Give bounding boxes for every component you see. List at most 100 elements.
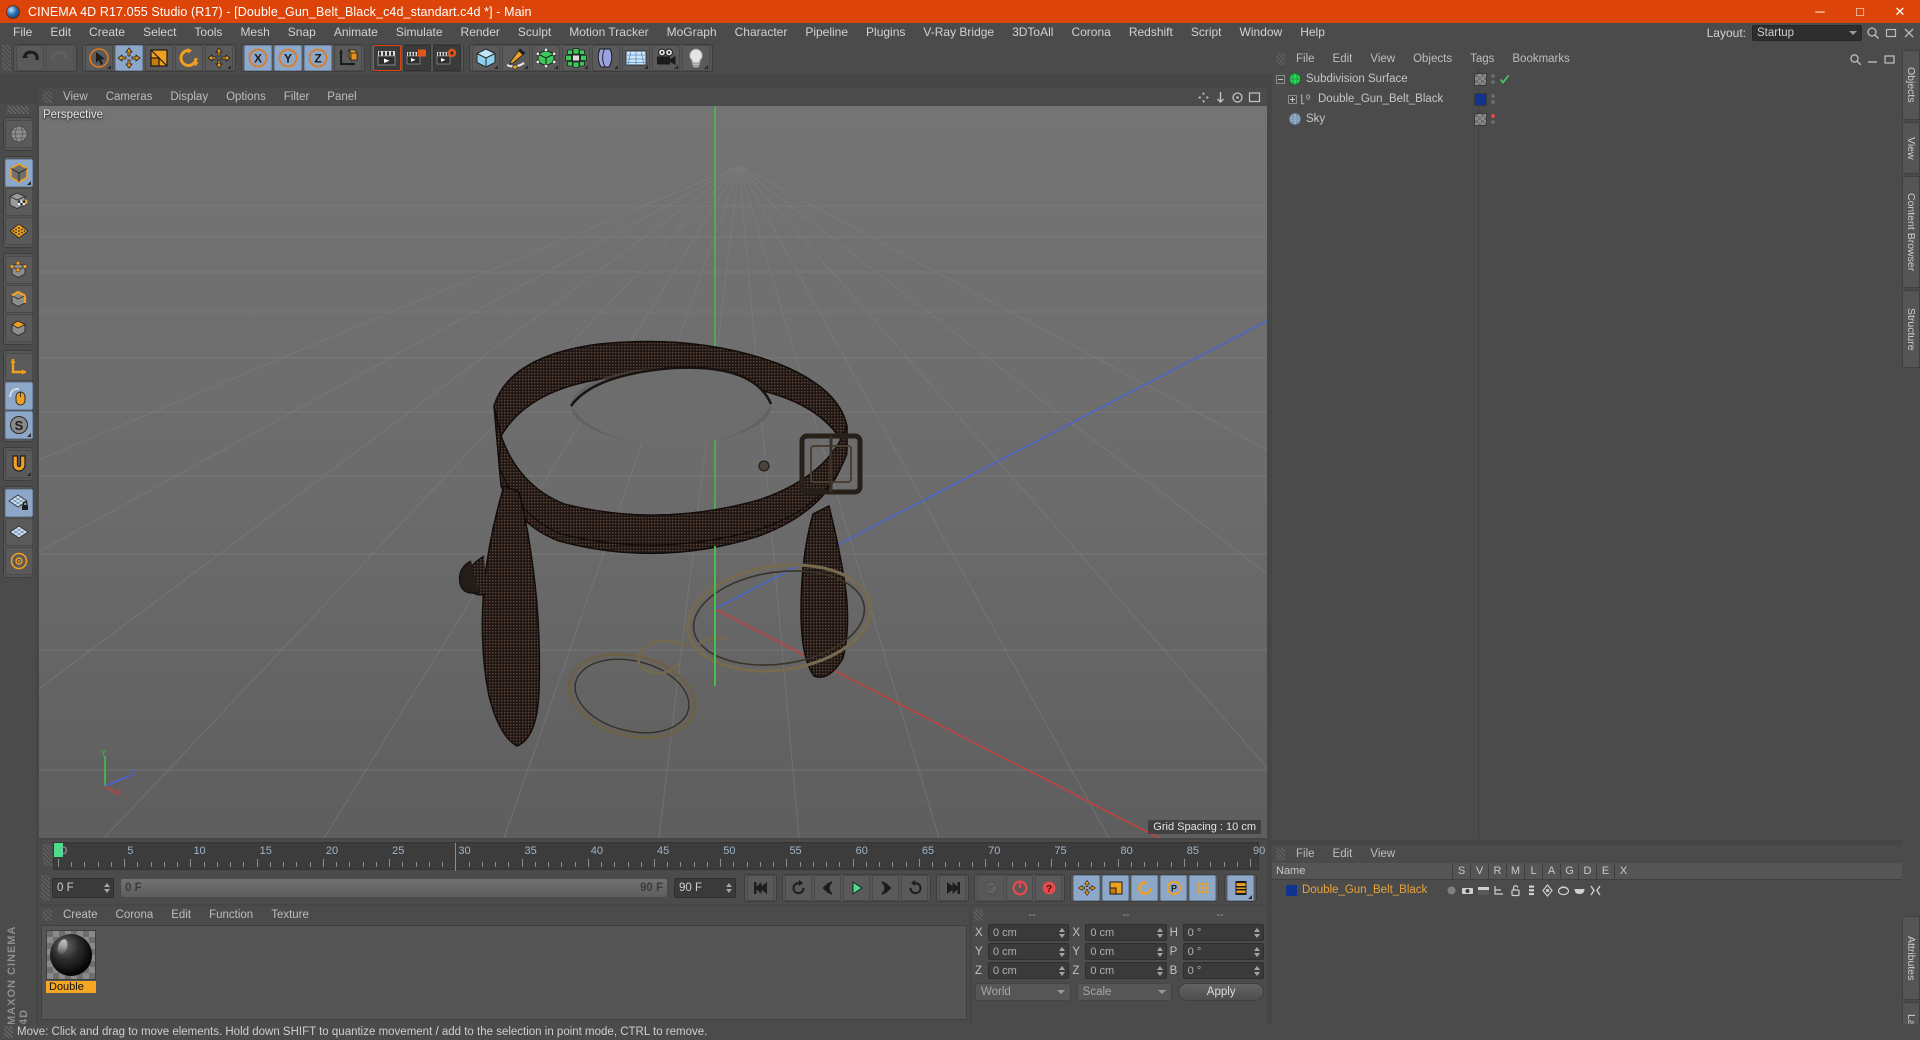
apply-button[interactable]: Apply	[1178, 983, 1265, 1001]
menu-motion-tracker[interactable]: Motion Tracker	[560, 23, 657, 42]
tag-checker-icon[interactable]	[1474, 72, 1487, 86]
layer-row[interactable]: Double_Gun_Belt_Black	[1272, 880, 1902, 900]
move-alt-button[interactable]	[205, 45, 233, 71]
add-environment-button[interactable]	[622, 45, 650, 71]
coord-input-size-x[interactable]: 0 cm	[1085, 924, 1167, 941]
layer-column-e[interactable]: E	[1596, 862, 1614, 880]
object-manager-grip[interactable]	[1276, 53, 1285, 65]
zoom-view-icon[interactable]	[1214, 91, 1227, 104]
checkmark-icon[interactable]	[1499, 74, 1510, 85]
magnet-button[interactable]	[5, 450, 33, 478]
menu-edit[interactable]: Edit	[41, 23, 80, 42]
layer-menu-edit[interactable]: Edit	[1324, 848, 1362, 860]
rotate-tool-button[interactable]	[175, 45, 203, 71]
scale-tool-button[interactable]	[145, 45, 173, 71]
material-manager-grip[interactable]	[43, 909, 52, 921]
menu-render[interactable]: Render	[452, 23, 509, 42]
add-camera-button[interactable]	[652, 45, 680, 71]
lock-y-button[interactable]: Y	[274, 45, 302, 71]
object-menu-view[interactable]: View	[1361, 53, 1404, 65]
render-clapper-icon[interactable]	[1477, 884, 1490, 897]
material-menu-edit[interactable]: Edit	[162, 909, 200, 921]
visibility-dots[interactable]	[1491, 94, 1495, 104]
snap-s-button[interactable]: S	[5, 411, 33, 439]
viewport-menu-grip[interactable]	[43, 91, 52, 103]
add-deformer-button[interactable]	[592, 45, 620, 71]
layout-dropdown[interactable]: Startup	[1752, 24, 1862, 41]
tag-material-icon[interactable]	[1474, 92, 1487, 106]
key-rotation-button[interactable]	[1131, 875, 1158, 901]
menu-plugins[interactable]: Plugins	[857, 23, 914, 42]
menu-tools[interactable]: Tools	[185, 23, 231, 42]
coord-input-pos-x[interactable]: 0 cm	[988, 924, 1070, 941]
layer-column-r[interactable]: R	[1488, 862, 1506, 880]
timeline-range-bar[interactable]: 0 F 90 F	[120, 878, 668, 898]
close-button[interactable]: ✕	[1880, 0, 1920, 23]
coord-spinner-rot-h[interactable]	[1253, 927, 1260, 938]
key-pla-button[interactable]: P	[1160, 875, 1187, 901]
coord-input-pos-y[interactable]: 0 cm	[988, 943, 1070, 960]
visibility-dots[interactable]	[1491, 114, 1495, 124]
xpresso-icon[interactable]	[1589, 884, 1602, 897]
layer-menu-file[interactable]: File	[1287, 848, 1324, 860]
goto-end-button[interactable]	[939, 875, 966, 901]
add-array-button[interactable]	[562, 45, 590, 71]
workplane-button[interactable]	[5, 518, 33, 546]
menu-redshift[interactable]: Redshift	[1120, 23, 1182, 42]
menu-window[interactable]: Window	[1231, 23, 1292, 42]
menu-file[interactable]: File	[4, 23, 41, 42]
viewport-menu-panel[interactable]: Panel	[318, 91, 365, 103]
toolbar-grip[interactable]	[2, 45, 11, 71]
viewport-menu-display[interactable]: Display	[161, 91, 217, 103]
next-key-button[interactable]	[901, 875, 928, 901]
menu-script[interactable]: Script	[1182, 23, 1231, 42]
expressions-icon[interactable]	[1573, 884, 1586, 897]
viewport-menu-view[interactable]: View	[54, 91, 97, 103]
maximize-button[interactable]: □	[1840, 0, 1880, 23]
timeline-view-button[interactable]	[1227, 875, 1254, 901]
coord-spinner-pos-y[interactable]	[1059, 946, 1066, 957]
tag-checker-icon[interactable]	[1474, 112, 1487, 126]
solo-dot-icon[interactable]	[1445, 884, 1458, 897]
material-menu-corona[interactable]: Corona	[107, 909, 163, 921]
tab-attributes[interactable]: Attributes	[1902, 916, 1920, 1000]
lock-open-icon[interactable]	[1509, 884, 1522, 897]
coord-spinner-size-y[interactable]	[1156, 946, 1163, 957]
polygon-mode-button[interactable]	[5, 314, 33, 342]
add-generator-button[interactable]	[532, 45, 560, 71]
play-button[interactable]	[843, 875, 870, 901]
object-row-subdivision-surface[interactable]: Subdivision Surface	[1274, 69, 1510, 89]
coord-spinner-size-z[interactable]	[1156, 965, 1163, 976]
editable-button[interactable]	[5, 159, 33, 187]
render-settings-button[interactable]	[433, 45, 461, 71]
rotate-view-icon[interactable]	[1231, 91, 1244, 104]
timeline-grip[interactable]	[43, 844, 52, 866]
prev-key-button[interactable]	[785, 875, 812, 901]
layer-column-x[interactable]: X	[1614, 862, 1632, 880]
undo-button[interactable]	[16, 45, 44, 71]
coord-spinner-pos-z[interactable]	[1059, 965, 1066, 976]
tab-view[interactable]: View	[1902, 122, 1920, 174]
menu-create[interactable]: Create	[80, 23, 134, 42]
tab-structure[interactable]: Structure	[1902, 290, 1920, 368]
layer-column-d[interactable]: D	[1578, 862, 1596, 880]
coord-input-rot-p[interactable]: 0 °	[1182, 943, 1264, 960]
layer-color-swatch[interactable]	[1286, 884, 1297, 896]
maximize-view-icon[interactable]	[1248, 91, 1261, 104]
coordinates-grip[interactable]	[974, 909, 983, 921]
menu-help[interactable]: Help	[1291, 23, 1334, 42]
step-back-button[interactable]	[814, 875, 841, 901]
workplane-lock-button[interactable]	[5, 489, 33, 517]
expander-minus-icon[interactable]	[1276, 74, 1285, 84]
menu-character[interactable]: Character	[726, 23, 797, 42]
texture-mode-button[interactable]	[5, 217, 33, 245]
lock-x-button[interactable]: X	[244, 45, 272, 71]
coord-spinner-size-x[interactable]	[1156, 927, 1163, 938]
material-item[interactable]: Double	[46, 930, 96, 993]
move-tool-button[interactable]	[115, 45, 143, 71]
timeline-controls-grip[interactable]	[41, 875, 50, 901]
keyframe-help-button[interactable]: ?	[1035, 875, 1062, 901]
end-frame-field[interactable]: 90 F	[674, 878, 736, 898]
layer-column-l[interactable]: L	[1524, 862, 1542, 880]
object-menu-file[interactable]: File	[1287, 53, 1324, 65]
